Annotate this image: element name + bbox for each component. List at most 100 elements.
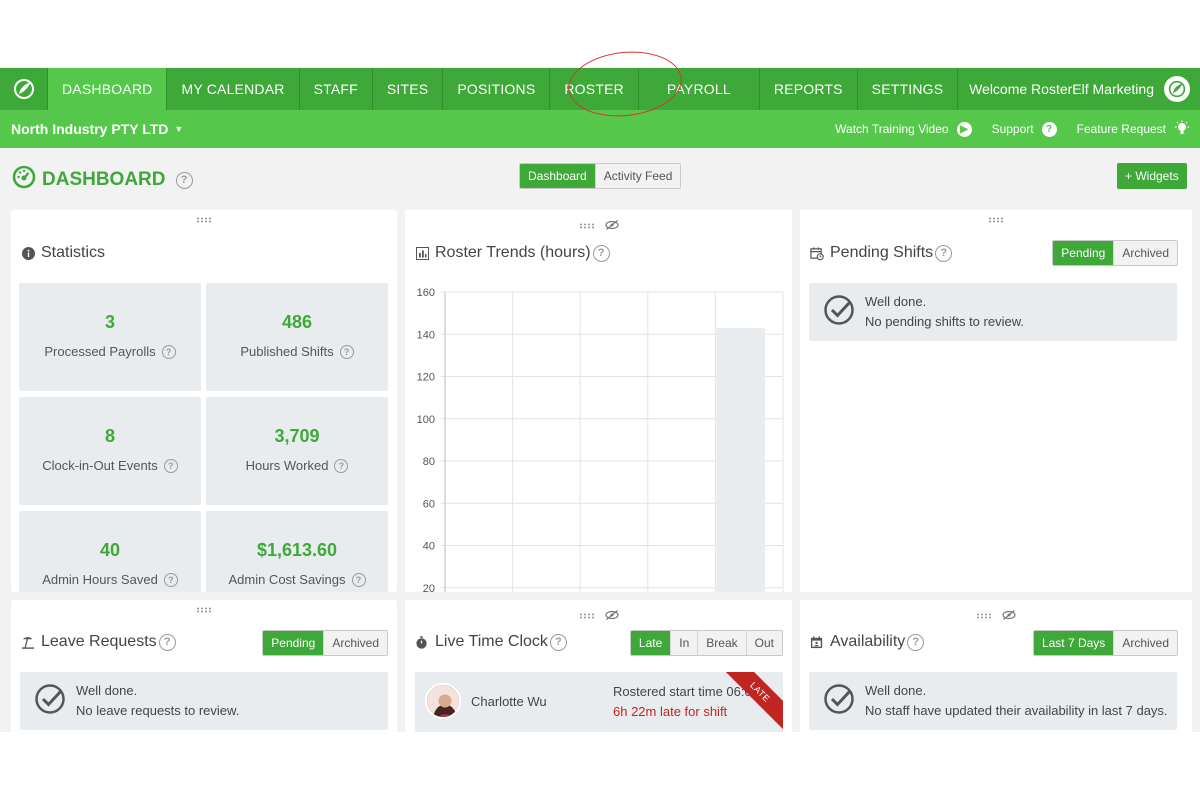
help-icon[interactable]: ? <box>163 458 178 473</box>
dashboard-view-tabs: Dashboard Activity Feed <box>519 163 682 189</box>
rosterelf-logo-icon[interactable] <box>0 68 48 110</box>
check-circle-icon <box>34 683 66 720</box>
help-icon[interactable]: ? <box>592 244 610 262</box>
stat-value: 486 <box>281 312 313 332</box>
roster-trends-chart: 160 140 120 100 80 60 40 20 <box>405 270 792 592</box>
nav-my-calendar[interactable]: MY CALENDAR <box>167 68 300 110</box>
hide-eye-icon[interactable] <box>604 607 619 625</box>
y-tick-label: 160 <box>417 287 435 299</box>
help-icon[interactable]: ? <box>549 633 567 651</box>
speedometer-icon <box>12 165 36 195</box>
tab-activity-feed[interactable]: Activity Feed <box>594 164 681 188</box>
pending-shifts-title: Pending Shifts <box>830 244 934 261</box>
tab-archived[interactable]: Archived <box>1113 631 1177 655</box>
stat-tile-admin-cost-savings: $1,613.60 Admin Cost Savings? <box>206 511 388 592</box>
notice-body: No staff have updated their availability… <box>865 703 1168 718</box>
stat-label: Hours Worked <box>245 458 329 473</box>
company-selector[interactable]: North Industry PTY LTD ▼ <box>11 121 183 137</box>
tab-out[interactable]: Out <box>745 631 782 655</box>
late-badge: LATE <box>721 672 783 731</box>
statistics-title: Statistics <box>41 244 106 261</box>
page-title-text: DASHBOARD <box>42 169 166 190</box>
drag-handle[interactable] <box>976 607 1016 625</box>
stat-value: 3,709 <box>274 426 320 446</box>
tab-last-7-days[interactable]: Last 7 Days <box>1033 631 1114 655</box>
stat-label: Published Shifts <box>240 344 334 359</box>
leave-requests-card: Leave Requests ? Pending Archived Well d… <box>11 600 397 732</box>
drag-handle[interactable] <box>196 607 212 613</box>
watch-training-video-link[interactable]: Watch Training Video ▶ <box>835 121 972 137</box>
nav-dashboard[interactable]: DASHBOARD <box>48 68 168 110</box>
nav-reports[interactable]: REPORTS <box>760 68 858 110</box>
beach-icon <box>21 635 35 649</box>
leave-requests-notice: Well done. No leave requests to review. <box>20 672 388 730</box>
help-icon[interactable]: ? <box>935 244 953 262</box>
training-label: Watch Training Video <box>835 122 949 136</box>
lightbulb-icon <box>1174 120 1190 139</box>
help-icon[interactable]: ? <box>158 633 176 651</box>
stat-value: 3 <box>104 312 115 332</box>
stopwatch-icon <box>415 635 429 649</box>
drag-handle[interactable] <box>578 217 619 235</box>
app-window: DASHBOARD MY CALENDAR STAFF SITES POSITI… <box>0 68 1200 732</box>
hide-eye-icon[interactable] <box>604 217 619 235</box>
y-tick-label: 60 <box>423 498 435 510</box>
nav-settings[interactable]: SETTINGS <box>858 68 959 110</box>
user-menu[interactable]: Welcome RosterElf Marketing <box>969 68 1200 110</box>
live-time-clock-tabs: Late In Break Out <box>629 630 783 656</box>
stat-label: Processed Payrolls <box>44 344 156 359</box>
grip-icon <box>976 613 992 619</box>
user-avatar-icon <box>1164 76 1190 102</box>
nav-positions[interactable]: POSITIONS <box>443 68 551 110</box>
help-icon[interactable]: ? <box>907 633 925 651</box>
add-widgets-button[interactable]: + Widgets <box>1117 163 1187 189</box>
stat-tile-clock-events: 8 Clock-in-Out Events? <box>19 397 201 505</box>
availability-title: Availability <box>830 633 906 650</box>
tab-dashboard[interactable]: Dashboard <box>520 164 595 188</box>
feature-request-link[interactable]: Feature Request <box>1077 120 1190 139</box>
stat-tile-hours-worked: 3,709 Hours Worked? <box>206 397 388 505</box>
nav-staff[interactable]: STAFF <box>300 68 373 110</box>
nav-sites[interactable]: SITES <box>373 68 444 110</box>
tab-late[interactable]: Late <box>630 631 671 655</box>
drag-handle[interactable] <box>196 217 212 223</box>
tab-pending[interactable]: Pending <box>263 631 324 655</box>
play-icon: ▶ <box>956 121 972 137</box>
tab-in[interactable]: In <box>670 631 698 655</box>
live-time-clock-title: Live Time Clock <box>435 633 548 650</box>
help-icon[interactable]: ? <box>163 572 178 587</box>
y-tick-label: 20 <box>423 583 435 592</box>
tab-archived[interactable]: Archived <box>1113 241 1177 265</box>
card-title: Statistics <box>21 244 105 262</box>
drag-handle[interactable] <box>988 217 1004 223</box>
late-staff-entry[interactable]: Charlotte Wu Rostered start time 06:00 6… <box>415 672 783 732</box>
stat-value: 8 <box>104 426 115 446</box>
check-circle-icon <box>823 683 855 720</box>
support-label: Support <box>991 122 1034 136</box>
chevron-down-icon: ▼ <box>174 124 184 134</box>
tab-break[interactable]: Break <box>697 631 746 655</box>
card-title: Pending Shifts ? <box>810 244 953 262</box>
y-tick-label: 100 <box>417 414 435 426</box>
stat-value: $1,613.60 <box>256 540 338 560</box>
live-time-clock-card: Live Time Clock ? Late In Break Out Char… <box>405 600 792 732</box>
help-icon[interactable]: ? <box>339 344 354 359</box>
roster-trends-title: Roster Trends (hours) <box>435 244 591 261</box>
stat-value: 40 <box>99 540 121 560</box>
help-icon[interactable]: ? <box>161 344 176 359</box>
help-icon[interactable]: ? <box>334 458 349 473</box>
notice-title: Well done. <box>865 683 927 698</box>
chart-bar <box>716 327 766 592</box>
support-link[interactable]: Support ? <box>991 121 1057 137</box>
help-icon[interactable]: ? <box>175 171 193 189</box>
y-tick-label: 120 <box>417 372 435 384</box>
hide-eye-icon[interactable] <box>1002 607 1016 625</box>
welcome-text: Welcome RosterElf Marketing <box>969 81 1154 97</box>
tab-pending[interactable]: Pending <box>1053 241 1114 265</box>
tab-archived[interactable]: Archived <box>323 631 387 655</box>
help-icon[interactable]: ? <box>351 572 366 587</box>
notice-title: Well done. <box>865 294 927 309</box>
y-tick-label: 80 <box>423 456 435 468</box>
staff-name: Charlotte Wu <box>471 694 547 709</box>
drag-handle[interactable] <box>578 607 619 625</box>
